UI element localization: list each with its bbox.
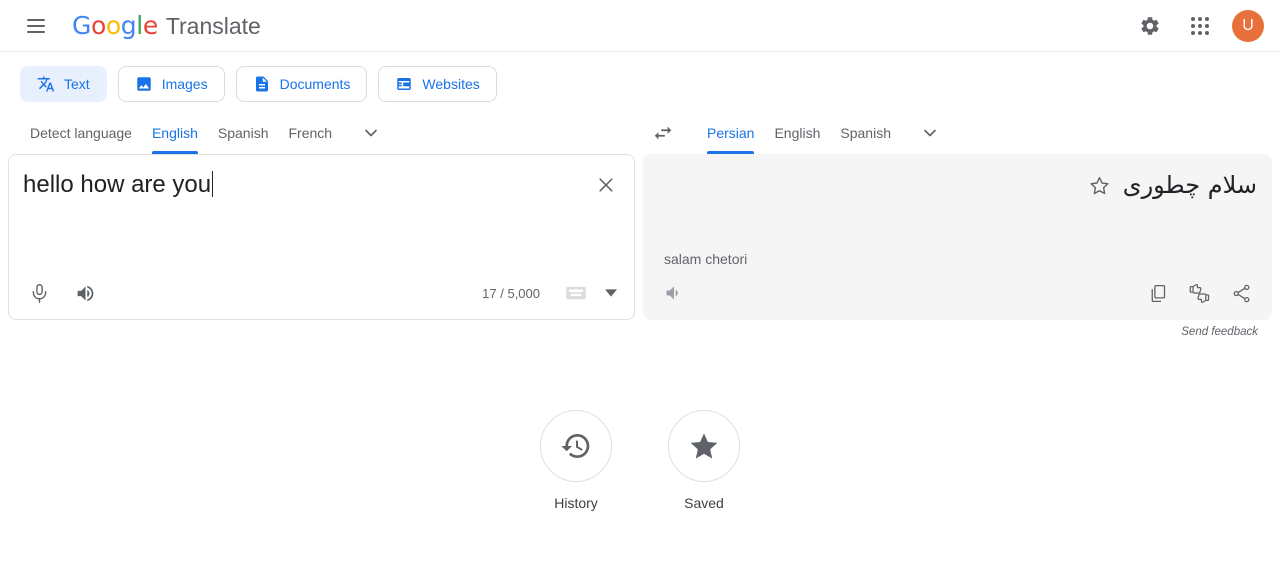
app-header: Google Translate U <box>0 0 1280 52</box>
image-icon <box>135 75 153 93</box>
thumbs-up-down-icon[interactable] <box>1181 275 1217 311</box>
history-label: History <box>554 495 598 511</box>
output-speaker-icon[interactable] <box>656 275 692 311</box>
source-lang-spanish[interactable]: Spanish <box>208 112 279 154</box>
saved-label: Saved <box>684 495 724 511</box>
character-counter: 17 / 5,000 <box>482 285 540 301</box>
source-text-panel[interactable]: hello how are you 17 / 5,000 <box>8 154 635 320</box>
language-bar: Detect language English Spanish French P… <box>0 112 1280 154</box>
romanization-text: salam chetori <box>664 251 748 267</box>
star-filled-icon <box>668 410 740 482</box>
product-name: Translate <box>165 13 261 39</box>
share-icon[interactable] <box>1223 275 1259 311</box>
tab-websites[interactable]: Websites <box>378 66 497 102</box>
source-chevron-down-icon[interactable] <box>352 114 390 152</box>
tab-documents-label: Documents <box>279 76 351 92</box>
logo-letter-o1: o <box>90 11 106 40</box>
avatar[interactable]: U <box>1232 9 1264 42</box>
output-footer-left <box>656 275 692 311</box>
send-feedback-link[interactable]: Send feedback <box>0 320 1272 338</box>
mode-tabs: Text Images Documents Websites <box>0 52 1280 102</box>
apps-grid-icon[interactable] <box>1180 6 1220 46</box>
header-actions: U <box>1130 6 1264 46</box>
output-footer-right <box>1139 275 1259 311</box>
tab-images-label: Images <box>161 76 208 92</box>
text-cursor <box>212 171 214 197</box>
keyboard-icon[interactable] <box>558 275 594 311</box>
saved-shortcut[interactable]: Saved <box>668 410 740 511</box>
star-outline-icon[interactable] <box>1085 169 1115 201</box>
translation-panels: hello how are you 17 / 5,000 سلام چطوری … <box>0 154 1280 320</box>
source-footer-right: 17 / 5,000 <box>482 275 622 311</box>
document-icon <box>253 75 271 93</box>
tab-documents[interactable]: Documents <box>235 66 368 102</box>
bottom-shortcuts: History Saved <box>0 410 1280 511</box>
google-logo: Google <box>72 11 158 40</box>
source-text-value: hello how are you <box>23 171 212 198</box>
copy-icon[interactable] <box>1139 275 1175 311</box>
translation-output-panel: سلام چطوری salam chetori <box>643 154 1272 320</box>
target-chevron-down-icon[interactable] <box>911 114 949 152</box>
source-footer-left <box>21 275 103 311</box>
history-shortcut[interactable]: History <box>540 410 612 511</box>
source-lang-french[interactable]: French <box>278 112 342 154</box>
target-lang-persian[interactable]: Persian <box>697 112 764 154</box>
source-lang-detect-language[interactable]: Detect language <box>20 112 142 154</box>
history-clock-icon <box>540 410 612 482</box>
logo-letter-g: g <box>120 11 137 40</box>
output-panel-footer <box>644 267 1271 319</box>
logo-letter-e: e <box>142 11 158 40</box>
gear-icon[interactable] <box>1130 6 1170 46</box>
tab-text-label: Text <box>64 76 90 92</box>
clear-source-button[interactable] <box>588 167 624 203</box>
source-panel-footer: 17 / 5,000 <box>9 267 634 319</box>
source-lang-english[interactable]: English <box>142 112 208 154</box>
translation-row: سلام چطوری <box>660 169 1257 201</box>
keyboard-caret-down-icon[interactable] <box>600 278 622 308</box>
source-speaker-icon[interactable] <box>67 275 103 311</box>
tab-images[interactable]: Images <box>117 66 225 102</box>
logo-letter-o2: o <box>105 11 121 40</box>
tab-text[interactable]: Text <box>20 66 107 102</box>
microphone-icon[interactable] <box>21 275 57 311</box>
website-icon <box>395 75 413 93</box>
logo-letter-G: G <box>72 11 91 40</box>
source-language-group: Detect language English Spanish French <box>8 112 643 154</box>
target-language-group: Persian English Spanish <box>643 112 1272 154</box>
target-lang-english[interactable]: English <box>764 112 830 154</box>
source-text-input[interactable]: hello how are you <box>23 169 578 201</box>
tab-websites-label: Websites <box>422 76 480 92</box>
swap-horizontal-icon[interactable] <box>643 113 683 153</box>
google-translate-brand[interactable]: Google Translate <box>72 11 261 40</box>
translate-icon <box>37 75 55 93</box>
hamburger-menu-icon[interactable] <box>16 6 56 46</box>
translated-text: سلام چطوری <box>1122 171 1257 199</box>
target-lang-spanish[interactable]: Spanish <box>830 112 901 154</box>
